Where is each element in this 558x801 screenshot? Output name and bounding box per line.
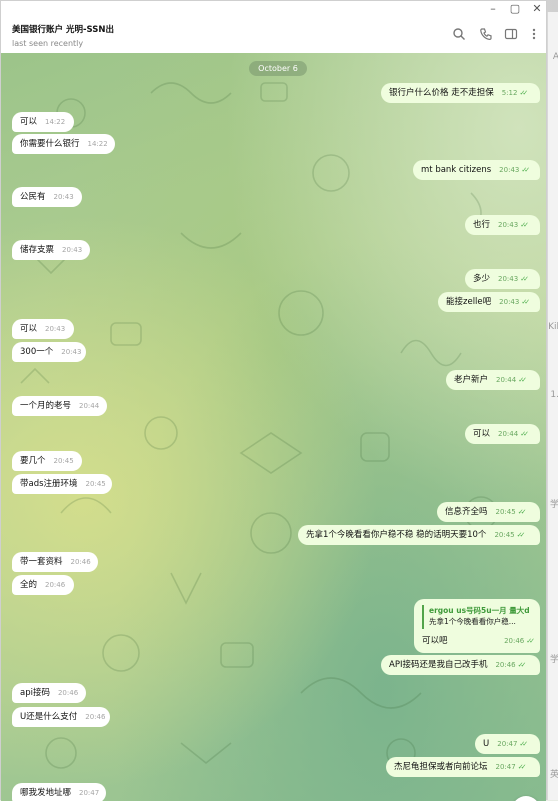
read-checkmarks-icon: ✓✓ [520,275,529,283]
background-text: Kil [548,322,558,332]
message-incoming[interactable]: 带ads注册环境 20:45 [12,474,112,494]
chat-title[interactable]: 美国银行账户 光明-SSN出 [12,23,114,35]
message-incoming[interactable]: api接码 20:46 [12,683,86,703]
message-incoming[interactable]: 储存支票 20:43 [12,240,90,260]
read-checkmarks-icon: ✓✓ [526,637,535,645]
date-separator: October 6 [249,61,307,76]
read-checkmarks-icon: ✓✓ [520,221,529,229]
message-outgoing[interactable]: 老户新户 20:44 ✓✓ [446,370,540,390]
close-icon[interactable]: ✕ [529,2,545,16]
read-checkmarks-icon: ✓✓ [519,740,528,748]
message-incoming[interactable]: 你需要什么银行 14:22 [12,134,115,154]
background-text: A [552,52,558,62]
background-text: 1. [550,390,558,400]
message-outgoing[interactable]: 也行 20:43 ✓✓ [465,215,540,235]
message-incoming[interactable]: U还是什么支付 20:46 [12,707,110,727]
message-outgoing[interactable]: 可以 20:44 ✓✓ [465,424,540,444]
message-outgoing[interactable]: 杰尼龟担保或者向前论坛 20:47 ✓✓ [386,757,540,777]
message-incoming[interactable]: 全的 20:46 [12,575,74,595]
quoted-sender: ergou us号码5u一月 量大d [429,606,530,615]
message-outgoing[interactable]: mt bank citizens 20:43 ✓✓ [413,160,540,180]
message-incoming[interactable]: 公民有 20:43 [12,187,82,207]
background-text: 学 [549,500,558,510]
read-checkmarks-icon: ✓✓ [517,508,527,516]
message-outgoing[interactable]: API接码还是我自己改手机 20:46 ✓✓ [381,655,540,675]
message-outgoing[interactable]: 多少 20:43 ✓✓ [465,269,540,289]
message-incoming[interactable]: 带一套资料 20:46 [12,552,98,572]
quoted-message[interactable]: ergou us号码5u一月 量大d 先拿1个今晚看看你户稳... [422,605,534,629]
read-checkmarks-icon: ✓✓ [519,89,528,97]
message-outgoing[interactable]: U 20:47 ✓✓ [475,734,540,754]
message-outgoing-reply[interactable]: ergou us号码5u一月 量大d 先拿1个今晚看看你户稳... 可以吧 20… [414,599,540,653]
chat-header[interactable]: 美国银行账户 光明-SSN出 last seen recently [1,17,546,54]
read-checkmarks-icon: ✓✓ [517,661,527,669]
message-incoming[interactable]: 哪我发地址哪 20:47 [12,783,106,801]
scroll-down-button[interactable] [512,796,540,801]
message-incoming[interactable]: 可以 20:43 [12,319,74,339]
minimize-icon[interactable]: – [485,2,501,16]
title-bar: – ▢ ✕ [1,1,548,17]
more-icon[interactable] [527,27,541,41]
message-incoming[interactable]: 要几个 20:45 [12,451,82,471]
quoted-text: 先拿1个今晚看看你户稳... [429,617,516,626]
message-outgoing[interactable]: 能接zelle吧 20:43 ✓✓ [438,292,540,312]
background-text: 英 [549,770,558,780]
message-incoming[interactable]: 300一个 20:43 [12,342,86,362]
read-checkmarks-icon: ✓✓ [521,166,530,174]
message-incoming[interactable]: 一个月的老号 20:44 [12,396,107,416]
message-outgoing[interactable]: 先拿1个今晚看看你户稳不稳 稳的话明天要10个 20:45 ✓✓ [298,525,540,545]
maximize-icon[interactable]: ▢ [507,2,523,16]
message-outgoing[interactable]: 银行户什么价格 走不走担保 5:12 ✓✓ [381,83,540,103]
search-icon[interactable] [452,27,466,41]
background-text: 学 [549,655,558,665]
read-checkmarks-icon: ✓✓ [517,763,527,771]
telegram-window: – ▢ ✕ 美国银行账户 光明-SSN出 last seen recently [0,0,548,801]
reply-text: 可以吧 [422,636,448,646]
message-time: 20:46 ✓✓ [504,637,535,645]
read-checkmarks-icon: ✓✓ [521,298,530,306]
phone-icon[interactable] [479,27,493,41]
chevron-down-icon [512,796,540,801]
message-list[interactable]: October 6 银行户什么价格 走不走担保 5:12 ✓✓ 可以 14:22 你需… [1,53,546,801]
background-window-edge: A Kil 1. 学 学 英 [547,12,558,800]
read-checkmarks-icon: ✓✓ [518,376,527,384]
message-incoming[interactable]: 可以 14:22 [12,112,74,132]
read-checkmarks-icon: ✓✓ [516,531,526,539]
sidebar-toggle-icon[interactable] [504,27,518,41]
message-outgoing[interactable]: 信息齐全吗 20:45 ✓✓ [437,502,540,522]
read-checkmarks-icon: ✓✓ [520,430,529,438]
chat-status: last seen recently [12,39,84,48]
